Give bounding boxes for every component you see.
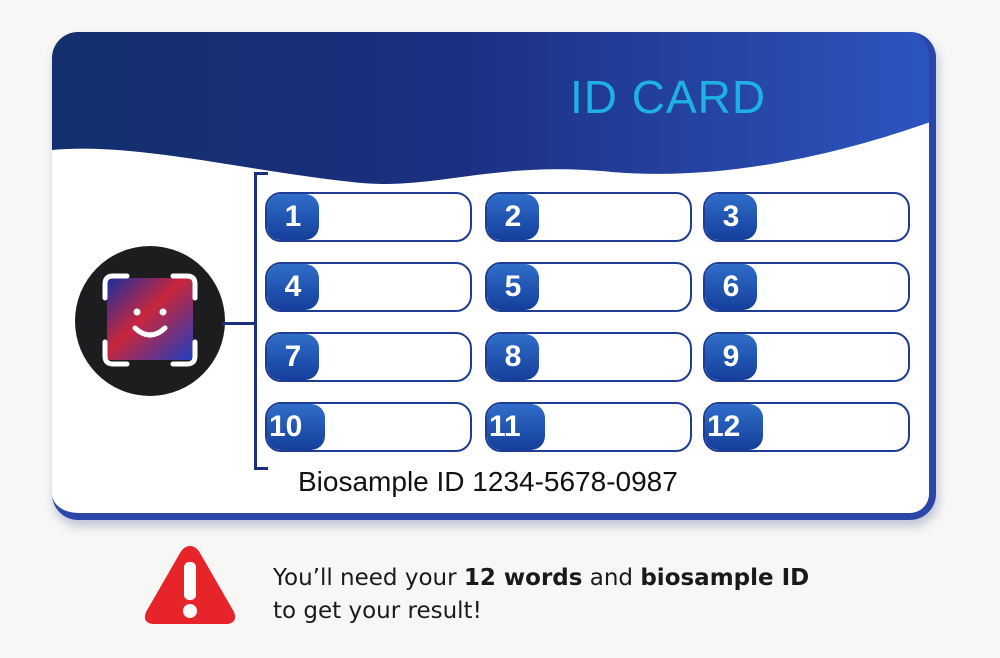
field-number: 11: [487, 404, 545, 450]
word-field-8[interactable]: 8: [485, 332, 692, 382]
word-field-3[interactable]: 3: [703, 192, 910, 242]
word-field-12[interactable]: 12: [703, 402, 910, 452]
notice-bold-words: 12 words: [463, 565, 583, 591]
field-number: 3: [705, 194, 757, 240]
word-field-11[interactable]: 11: [485, 402, 692, 452]
word-field-4[interactable]: 4: [265, 262, 472, 312]
field-number: 7: [267, 334, 319, 380]
biosample-id-line: Biosample ID 1234-5678-0987: [298, 466, 678, 498]
word-field-9[interactable]: 9: [703, 332, 910, 382]
field-number: 2: [487, 194, 539, 240]
notice-bold-biosample: biosample ID: [640, 565, 810, 591]
field-number: 5: [487, 264, 539, 310]
field-number: 8: [487, 334, 539, 380]
notice-text: You’ll need your 12 words and biosample …: [273, 562, 809, 628]
biosample-label: Biosample ID: [298, 466, 465, 497]
field-number: 12: [705, 404, 763, 450]
notice-text-part: and: [582, 565, 641, 591]
notice-text-part: You’ll need your: [273, 565, 464, 591]
warning-icon: [144, 546, 236, 624]
notice-line-1: You’ll need your 12 words and biosample …: [273, 562, 809, 595]
field-number: 1: [267, 194, 319, 240]
connector-line: [222, 322, 256, 325]
word-field-1[interactable]: 1: [265, 192, 472, 242]
notice-line-2: to get your result!: [273, 598, 482, 624]
word-field-2[interactable]: 2: [485, 192, 692, 242]
word-field-10[interactable]: 10: [265, 402, 472, 452]
word-field-7[interactable]: 7: [265, 332, 472, 382]
card-title: ID CARD: [570, 71, 767, 123]
field-number: 6: [705, 264, 757, 310]
word-field-5[interactable]: 5: [485, 262, 692, 312]
field-number: 10: [267, 404, 325, 450]
field-number: 4: [267, 264, 319, 310]
biosample-id-value: 1234-5678-0987: [472, 466, 678, 497]
field-number: 9: [705, 334, 757, 380]
face-id-icon: [102, 273, 198, 367]
face-id-badge: [75, 246, 225, 396]
word-field-6[interactable]: 6: [703, 262, 910, 312]
